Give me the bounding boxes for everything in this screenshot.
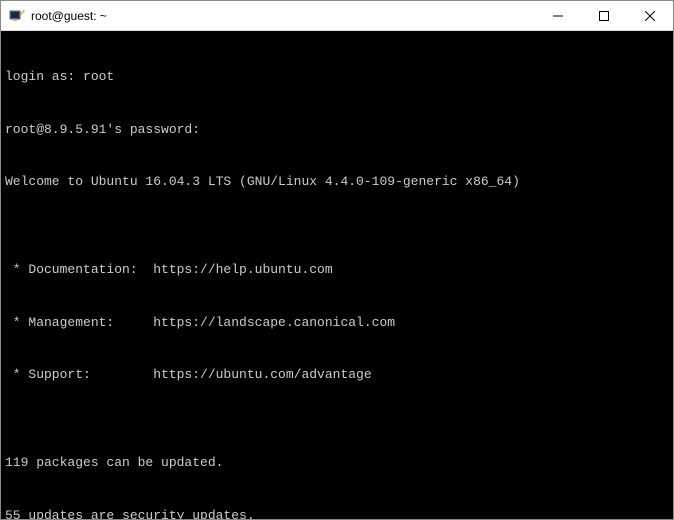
- titlebar[interactable]: root@guest: ~: [1, 1, 673, 31]
- terminal-line: 119 packages can be updated.: [5, 454, 669, 472]
- putty-icon: [9, 8, 25, 24]
- minimize-button[interactable]: [535, 1, 581, 30]
- terminal-line: 55 updates are security updates.: [5, 507, 669, 519]
- terminal-area[interactable]: login as: root root@8.9.5.91's password:…: [1, 31, 673, 519]
- terminal-line: Welcome to Ubuntu 16.04.3 LTS (GNU/Linux…: [5, 173, 669, 191]
- terminal-line: * Documentation: https://help.ubuntu.com: [5, 261, 669, 279]
- maximize-button[interactable]: [581, 1, 627, 30]
- terminal-line: * Management: https://landscape.canonica…: [5, 314, 669, 332]
- terminal-line: root@8.9.5.91's password:: [5, 121, 669, 139]
- terminal-line: * Support: https://ubuntu.com/advantage: [5, 366, 669, 384]
- window-title: root@guest: ~: [31, 9, 535, 23]
- terminal-line: login as: root: [5, 68, 669, 86]
- window-controls: [535, 1, 673, 30]
- terminal-window: root@guest: ~ login as: root root@8.9.5.…: [0, 0, 674, 520]
- close-button[interactable]: [627, 1, 673, 30]
